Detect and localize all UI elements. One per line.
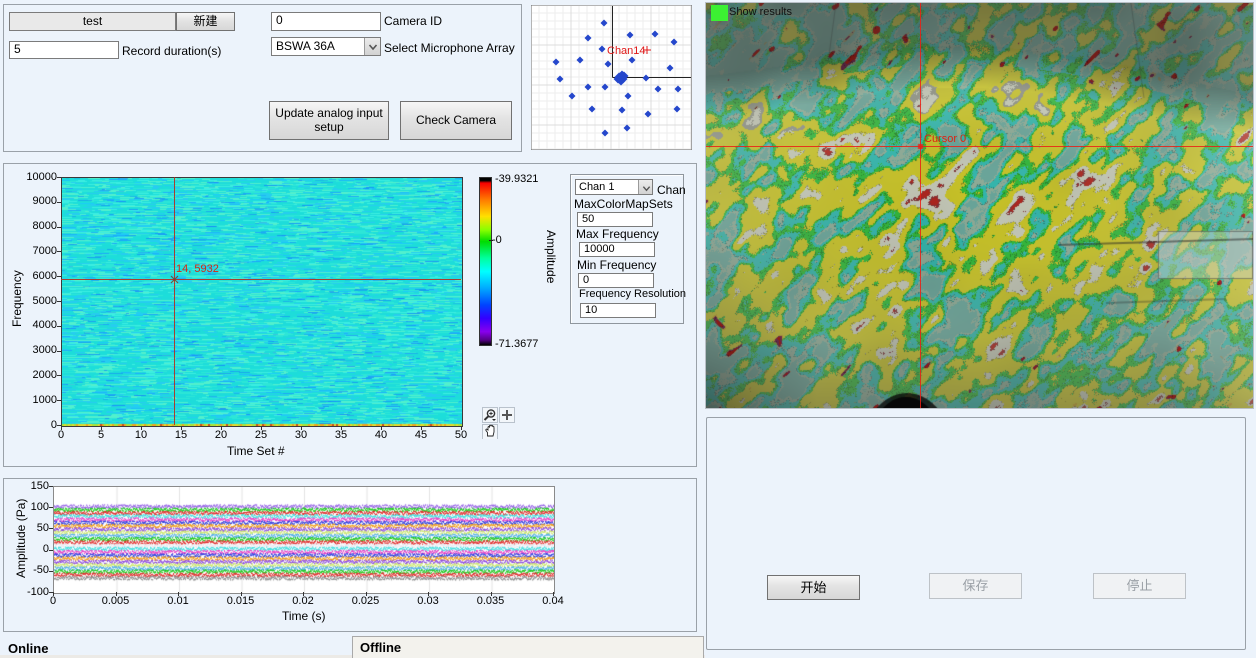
svg-text:Chan14: Chan14 (607, 45, 646, 57)
